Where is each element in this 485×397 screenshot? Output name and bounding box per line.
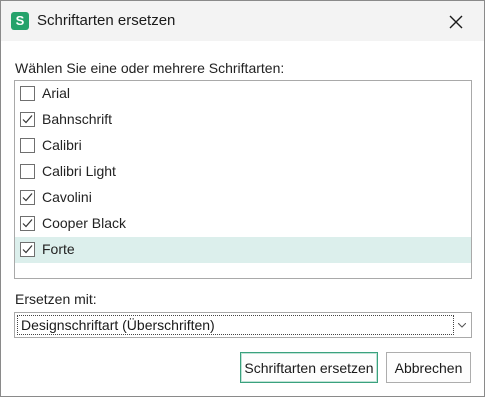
font-item-label: Arial — [42, 85, 71, 101]
font-checkbox[interactable] — [20, 112, 35, 127]
window-title: Schriftarten ersetzen — [37, 12, 176, 29]
font-item-label: Calibri Light — [42, 163, 116, 179]
checkmark-icon — [22, 245, 33, 254]
title-bar: S Schriftarten ersetzen — [1, 1, 484, 41]
app-icon: S — [11, 12, 29, 30]
font-listbox[interactable]: Arial Bahnschrift Calibri Calibri Light Cavo… — [14, 80, 472, 279]
font-list-item[interactable]: Calibri — [15, 133, 471, 159]
font-checkbox[interactable] — [20, 164, 35, 179]
checkmark-icon — [22, 219, 33, 228]
dialog-window: S Schriftarten ersetzen Wählen Sie eine … — [0, 0, 485, 397]
replace-fonts-button[interactable]: Schriftarten ersetzen — [240, 352, 378, 383]
checkmark-icon — [22, 193, 33, 202]
font-checkbox[interactable] — [20, 86, 35, 101]
font-item-label: Calibri — [42, 137, 82, 153]
font-list-item[interactable]: Forte — [15, 237, 471, 263]
replace-with-dropdown[interactable]: Designschriftart (Überschriften) — [14, 312, 472, 338]
checkmark-icon — [22, 115, 33, 124]
font-checkbox[interactable] — [20, 138, 35, 153]
replace-with-value: Designschriftart (Überschriften) — [17, 315, 454, 335]
font-checkbox[interactable] — [20, 190, 35, 205]
font-list-item[interactable]: Arial — [15, 81, 471, 107]
font-item-label: Cooper Black — [42, 215, 127, 231]
font-list-item[interactable]: Cavolini — [15, 185, 471, 211]
font-list-item[interactable]: Calibri Light — [15, 159, 471, 185]
font-item-label: Cavolini — [42, 189, 92, 205]
font-list-item[interactable]: Bahnschrift — [15, 107, 471, 133]
close-button[interactable] — [437, 7, 475, 37]
replace-with-label: Ersetzen mit: — [15, 291, 97, 307]
font-item-label: Forte — [42, 241, 75, 257]
font-item-label: Bahnschrift — [42, 111, 113, 127]
font-checkbox[interactable] — [20, 216, 35, 231]
font-selection-prompt: Wählen Sie eine oder mehrere Schriftarte… — [15, 60, 285, 76]
chevron-down-icon — [458, 323, 466, 328]
dropdown-arrow[interactable] — [455, 317, 469, 333]
font-checkbox[interactable] — [20, 242, 35, 257]
cancel-button[interactable]: Abbrechen — [386, 352, 471, 383]
font-list-item[interactable]: Cooper Black — [15, 211, 471, 237]
close-icon — [449, 15, 463, 29]
